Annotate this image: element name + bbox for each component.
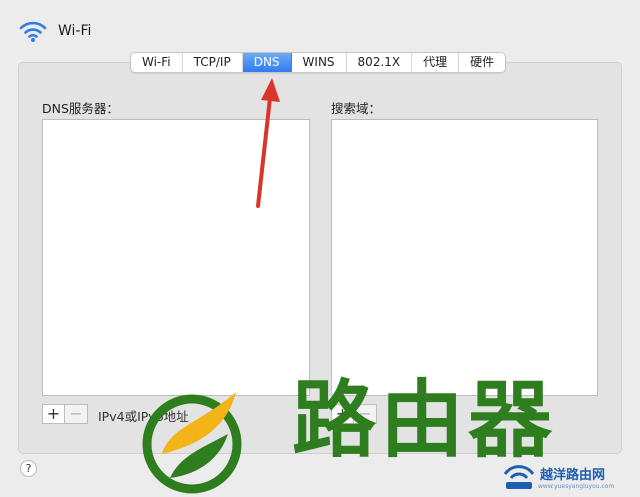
window-title: Wi-Fi: [58, 23, 92, 39]
window-title-row: Wi-Fi: [18, 18, 91, 44]
tab-8021x[interactable]: 802.1X: [347, 53, 413, 72]
help-button[interactable]: ?: [20, 460, 37, 477]
tab-proxy[interactable]: 代理: [412, 53, 460, 72]
tab-tcpip[interactable]: TCP/IP: [183, 53, 243, 72]
settings-tab-bar: Wi-Fi TCP/IP DNS WINS 802.1X 代理 硬件: [130, 52, 507, 73]
watermark-url: www.yuesyangluyou.com: [538, 483, 615, 490]
dns-servers-list[interactable]: [42, 119, 310, 396]
search-domains-label: 搜索域：: [331, 101, 382, 116]
dns-servers-label: DNS服务器：: [42, 101, 119, 116]
search-domains-list[interactable]: [331, 119, 598, 396]
remove-dns-server-button[interactable]: −: [65, 404, 88, 424]
wifi-icon: [19, 21, 47, 42]
tab-hardware[interactable]: 硬件: [459, 53, 505, 72]
watermark-router-icon: [503, 465, 535, 489]
tab-dns[interactable]: DNS: [242, 53, 292, 72]
watermark-text: 路由器: [292, 371, 557, 469]
tab-wifi[interactable]: Wi-Fi: [131, 53, 183, 72]
dns-server-buttons: + −: [42, 404, 88, 424]
tab-wins[interactable]: WINS: [292, 53, 347, 72]
add-dns-server-button[interactable]: +: [42, 404, 65, 424]
watermark-site-name: 越洋路由网: [540, 468, 606, 483]
watermark-logo-icon: [142, 392, 242, 494]
